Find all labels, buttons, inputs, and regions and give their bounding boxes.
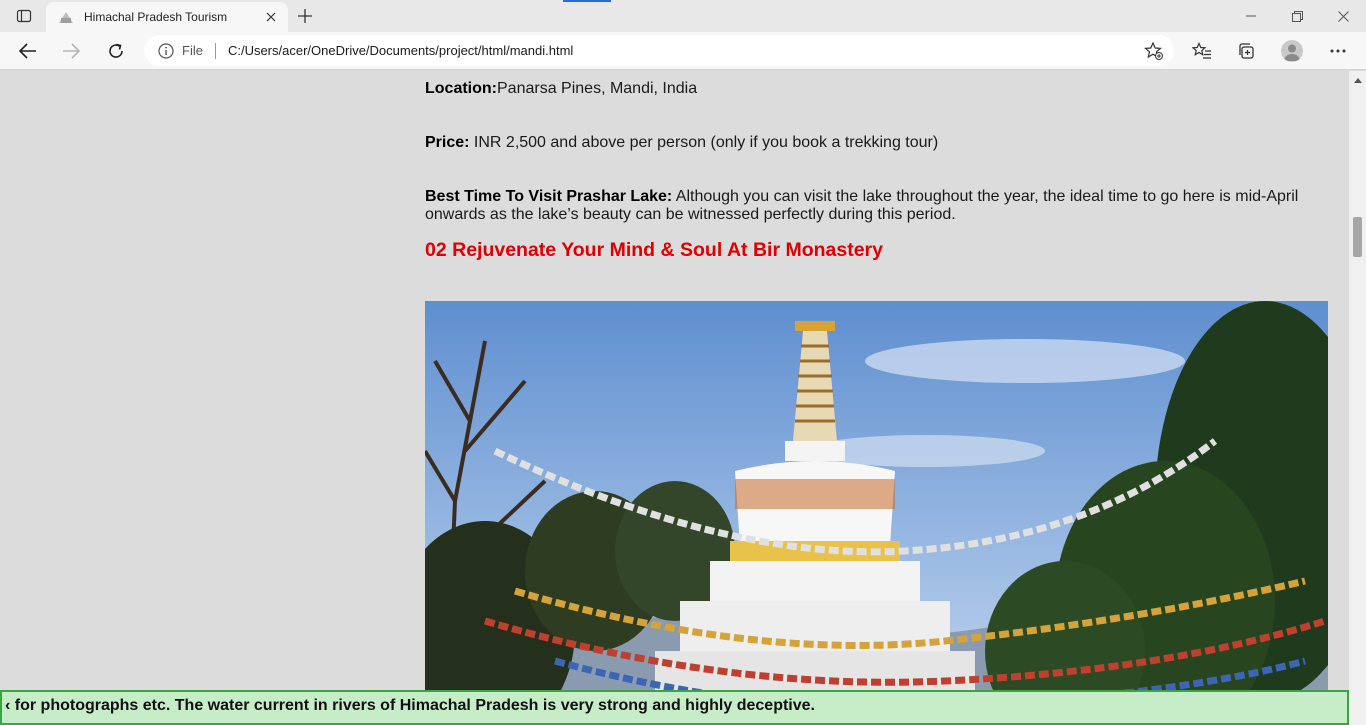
tab-himachal-tourism[interactable]: Himachal Pradesh Tourism	[46, 2, 288, 32]
section-heading: 02 Rejuvenate Your Mind & Soul At Bir Mo…	[425, 239, 883, 261]
tab-actions-button[interactable]	[8, 5, 40, 27]
tab-strip: Himachal Pradesh Tourism	[0, 0, 1366, 32]
tab-close-button[interactable]	[262, 8, 280, 26]
more-button[interactable]	[1323, 37, 1353, 65]
price-value: INR 2,500 and above per person (only if …	[469, 134, 939, 151]
location-label: Location:	[425, 80, 497, 97]
sidebar-toggle-icon	[16, 9, 32, 23]
refresh-button[interactable]	[101, 37, 131, 65]
location-paragraph: Location:Panarsa Pines, Mandi, India	[425, 80, 1330, 98]
close-icon	[266, 12, 276, 22]
location-value: Panarsa Pines, Mandi, India	[497, 80, 698, 97]
close-window-button[interactable]	[1320, 0, 1366, 32]
window-controls	[1228, 0, 1366, 32]
info-icon[interactable]	[158, 42, 174, 59]
new-tab-button[interactable]	[292, 5, 318, 27]
best-time-paragraph: Best Time To Visit Prashar Lake: Althoug…	[425, 188, 1330, 224]
collections-button[interactable]	[1231, 37, 1261, 65]
minimize-icon	[1246, 15, 1256, 17]
back-button[interactable]	[13, 37, 43, 65]
browser-toolbar: File C:/Users/acer/OneDrive/Documents/pr…	[0, 32, 1366, 70]
plus-icon	[298, 9, 312, 23]
add-favorite-icon	[1144, 41, 1163, 60]
marquee-text: ‹ for photographs etc. The water current…	[5, 697, 815, 714]
refresh-icon	[109, 43, 123, 58]
favorites-button[interactable]	[1187, 37, 1217, 65]
close-icon	[1337, 10, 1349, 22]
collections-icon	[1239, 43, 1254, 59]
forward-icon	[63, 43, 80, 59]
page-viewport: Location:Panarsa Pines, Mandi, India Pri…	[0, 71, 1349, 725]
bir-monastery-photo	[425, 301, 1328, 725]
best-time-label: Best Time To Visit Prashar Lake:	[425, 188, 673, 205]
active-indicator	[563, 0, 611, 2]
safety-marquee: ‹ for photographs etc. The water current…	[0, 690, 1349, 725]
forward-button[interactable]	[56, 37, 86, 65]
restore-icon	[1291, 10, 1303, 22]
page-scrollbar[interactable]	[1349, 71, 1366, 725]
scroll-thumb[interactable]	[1353, 217, 1362, 257]
address-separator	[214, 42, 216, 59]
minimize-button[interactable]	[1228, 0, 1274, 32]
scheme-label: File	[182, 43, 203, 58]
restore-button[interactable]	[1274, 0, 1320, 32]
price-paragraph: Price: INR 2,500 and above per person (o…	[425, 134, 1330, 152]
more-icon	[1330, 49, 1346, 53]
scroll-up-button[interactable]	[1349, 71, 1366, 88]
url-text[interactable]: C:/Users/acer/OneDrive/Documents/project…	[228, 43, 573, 58]
profile-button[interactable]	[1277, 37, 1307, 65]
add-favorite-button[interactable]	[1144, 41, 1164, 61]
tab-favicon	[58, 9, 74, 25]
favorites-icon	[1192, 42, 1211, 59]
chevron-up-icon	[1353, 77, 1362, 83]
tab-title: Himachal Pradesh Tourism	[84, 10, 228, 24]
back-icon	[19, 43, 36, 59]
profile-icon	[1281, 40, 1303, 62]
price-label: Price:	[425, 134, 470, 151]
address-bar[interactable]: File C:/Users/acer/OneDrive/Documents/pr…	[144, 35, 1174, 66]
